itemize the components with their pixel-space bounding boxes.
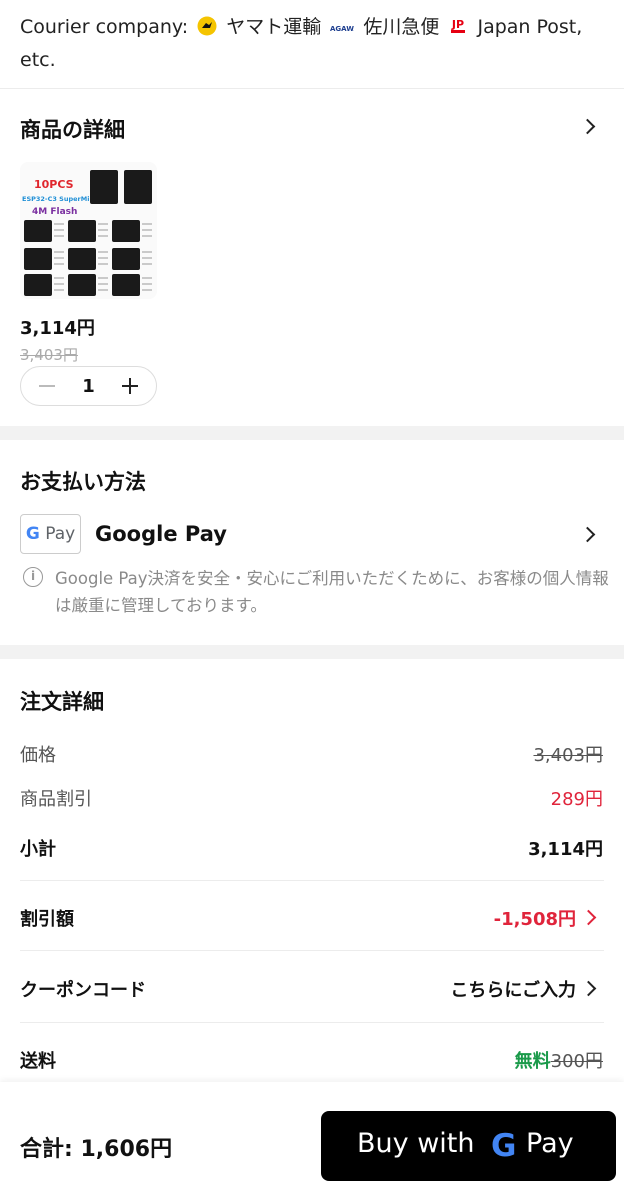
plus-icon-stem[interactable] <box>129 378 131 394</box>
svg-text:SAGAWA: SAGAWA <box>330 25 354 33</box>
discount-amount-label: 割引額 <box>20 909 74 930</box>
chevron-right-icon[interactable] <box>580 980 597 997</box>
shipping-fee-value: 無料300円 <box>515 1047 603 1073</box>
divider <box>20 880 604 881</box>
coupon-code-label: クーポンコード <box>20 980 146 1001</box>
carrier-yamato: ヤマト運輸 <box>226 16 322 38</box>
product-original-price: 3,403円 <box>20 346 78 364</box>
divider <box>20 1022 604 1023</box>
subtotal-label: 小計 <box>20 839 56 860</box>
product-price: 3,114円 <box>20 318 95 339</box>
divider <box>20 950 604 951</box>
payment-info-text: Google Pay決済を安全・安心にご利用いただくために、お客様の個人情報は厳… <box>55 569 609 615</box>
chevron-right-icon[interactable] <box>579 526 596 543</box>
shipping-free-text: 無料 <box>514 1051 551 1072</box>
buy-button-label: Buy with <box>357 1128 475 1159</box>
carrier-japan-post: Japan Post, <box>477 16 583 38</box>
payment-method-name[interactable]: Google Pay <box>95 522 227 546</box>
product-discount-value: 289円 <box>550 789 603 810</box>
total-value: 1,606円 <box>80 1137 173 1162</box>
coupon-code-input-link[interactable]: こちらにご入力 <box>450 976 576 1002</box>
svg-text:G: G <box>491 1129 516 1163</box>
chevron-right-icon[interactable] <box>580 909 597 926</box>
courier-suffix: etc. <box>20 49 56 71</box>
product-section-title: 商品の詳細 <box>20 118 125 142</box>
product-discount-label: 商品割引 <box>20 789 92 810</box>
shipping-old-price: 300円 <box>550 1051 603 1072</box>
order-section-title: 注文詳細 <box>20 690 104 714</box>
section-divider <box>0 426 624 440</box>
svg-text:JP: JP <box>451 18 464 31</box>
shipping-fee-label: 送料 <box>20 1051 56 1072</box>
price-label: 価格 <box>20 745 56 766</box>
google-g-icon: G <box>491 1128 521 1170</box>
carrier-sagawa: 佐川急便 <box>363 16 440 38</box>
payment-section-title: お支払い方法 <box>20 470 146 494</box>
google-pay-logo-icon: G Pay <box>20 514 81 554</box>
svg-text:10PCS: 10PCS <box>34 178 74 191</box>
quantity-stepper[interactable]: 1 <box>20 366 157 406</box>
total-label: 合計: <box>20 1137 73 1162</box>
product-image[interactable]: 10PCS ESP32-C3 SuperMini 4M Flash <box>20 162 157 299</box>
svg-text:ESP32-C3 SuperMini: ESP32-C3 SuperMini <box>22 195 96 203</box>
courier-prefix: Courier company: <box>20 16 189 38</box>
japan-post-logo-icon: JP <box>448 15 468 45</box>
order-total: 合計: 1,606円 <box>20 1131 172 1163</box>
info-icon: i <box>23 567 43 587</box>
chevron-right-icon[interactable] <box>579 118 596 135</box>
svg-text:4M Flash: 4M Flash <box>32 207 77 217</box>
divider <box>0 88 624 89</box>
pay-label: Pay <box>526 1128 574 1159</box>
section-divider <box>0 645 624 659</box>
courier-info: Courier company: ヤマト運輸 SAGAWA 佐川急便 JP Ja… <box>20 12 610 75</box>
buy-with-google-pay-button[interactable]: Buy with G Pay <box>321 1111 616 1181</box>
discount-amount-value[interactable]: -1,508円 <box>494 905 576 931</box>
subtotal-value: 3,114円 <box>528 839 603 860</box>
sagawa-logo-icon: SAGAWA <box>325 15 360 45</box>
yamato-logo-icon <box>197 15 217 45</box>
price-value: 3,403円 <box>533 745 603 766</box>
